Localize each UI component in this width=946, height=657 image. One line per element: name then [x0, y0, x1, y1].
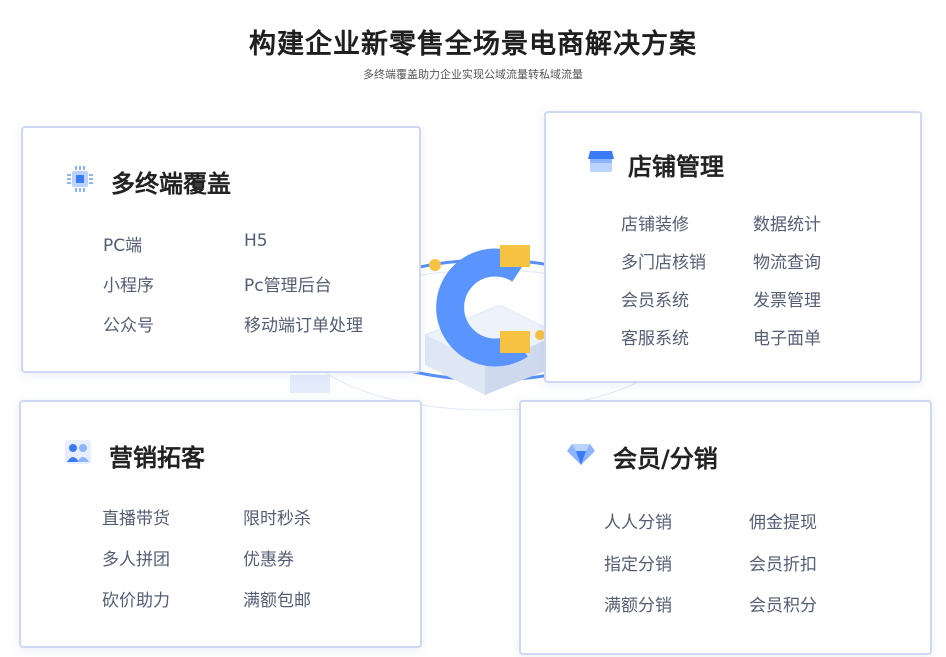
feature-item: 砍价助力 [102, 591, 170, 611]
feature-item: PC端 [103, 236, 143, 256]
card-title: 营销拓客 [109, 444, 205, 472]
feature-item: 小程序 [103, 276, 154, 296]
feature-item: 多人拼团 [102, 550, 170, 570]
card-store-management: 店铺管理 店铺装修 数据统计 多门店核销 物流查询 会员系统 发票管理 客服系统… [544, 111, 922, 383]
feature-item: 人人分销 [604, 513, 672, 533]
feature-item: 客服系统 [621, 329, 689, 349]
page-title: 构建企业新零售全场景电商解决方案 [249, 29, 697, 60]
feature-item: 满额分销 [604, 596, 672, 616]
feature-item: H5 [244, 231, 268, 251]
storefront-icon [588, 151, 614, 172]
feature-item: 会员系统 [621, 291, 689, 311]
feature-item: 直播带货 [102, 509, 170, 529]
feature-item: 电子面单 [753, 329, 821, 349]
feature-item: 指定分销 [604, 555, 672, 575]
feature-item: 限时秒杀 [243, 509, 311, 529]
card-title: 多终端覆盖 [111, 170, 231, 198]
feature-item: 会员折扣 [749, 555, 817, 575]
feature-item: 满额包邮 [243, 591, 311, 611]
card-multi-terminal: 多终端覆盖 PC端 H5 小程序 Pc管理后台 公众号 移动端订单处理 [21, 126, 421, 373]
feature-item: Pc管理后台 [244, 276, 332, 296]
feature-item: 数据统计 [753, 215, 821, 235]
users-icon [65, 440, 91, 464]
feature-item: 佣金提现 [749, 513, 817, 533]
feature-item: 多门店核销 [621, 253, 706, 273]
card-member-distribution: 会员/分销 人人分销 佣金提现 指定分销 会员折扣 满额分销 会员积分 [519, 400, 932, 655]
feature-item: 公众号 [103, 316, 154, 336]
card-title: 店铺管理 [628, 153, 724, 181]
feature-item: 物流查询 [753, 253, 821, 273]
feature-item: 优惠券 [243, 550, 294, 570]
feature-item: 移动端订单处理 [244, 316, 363, 336]
page-subtitle: 多终端覆盖助力企业实现公域流量转私域流量 [363, 68, 583, 81]
card-marketing: 营销拓客 直播带货 限时秒杀 多人拼团 优惠券 砍价助力 满额包邮 [19, 400, 422, 648]
feature-item: 会员积分 [749, 596, 817, 616]
diamond-icon [567, 444, 595, 465]
feature-item: 发票管理 [753, 291, 821, 311]
chip-icon [67, 166, 93, 192]
card-title: 会员/分销 [613, 445, 718, 473]
feature-item: 店铺装修 [621, 215, 689, 235]
